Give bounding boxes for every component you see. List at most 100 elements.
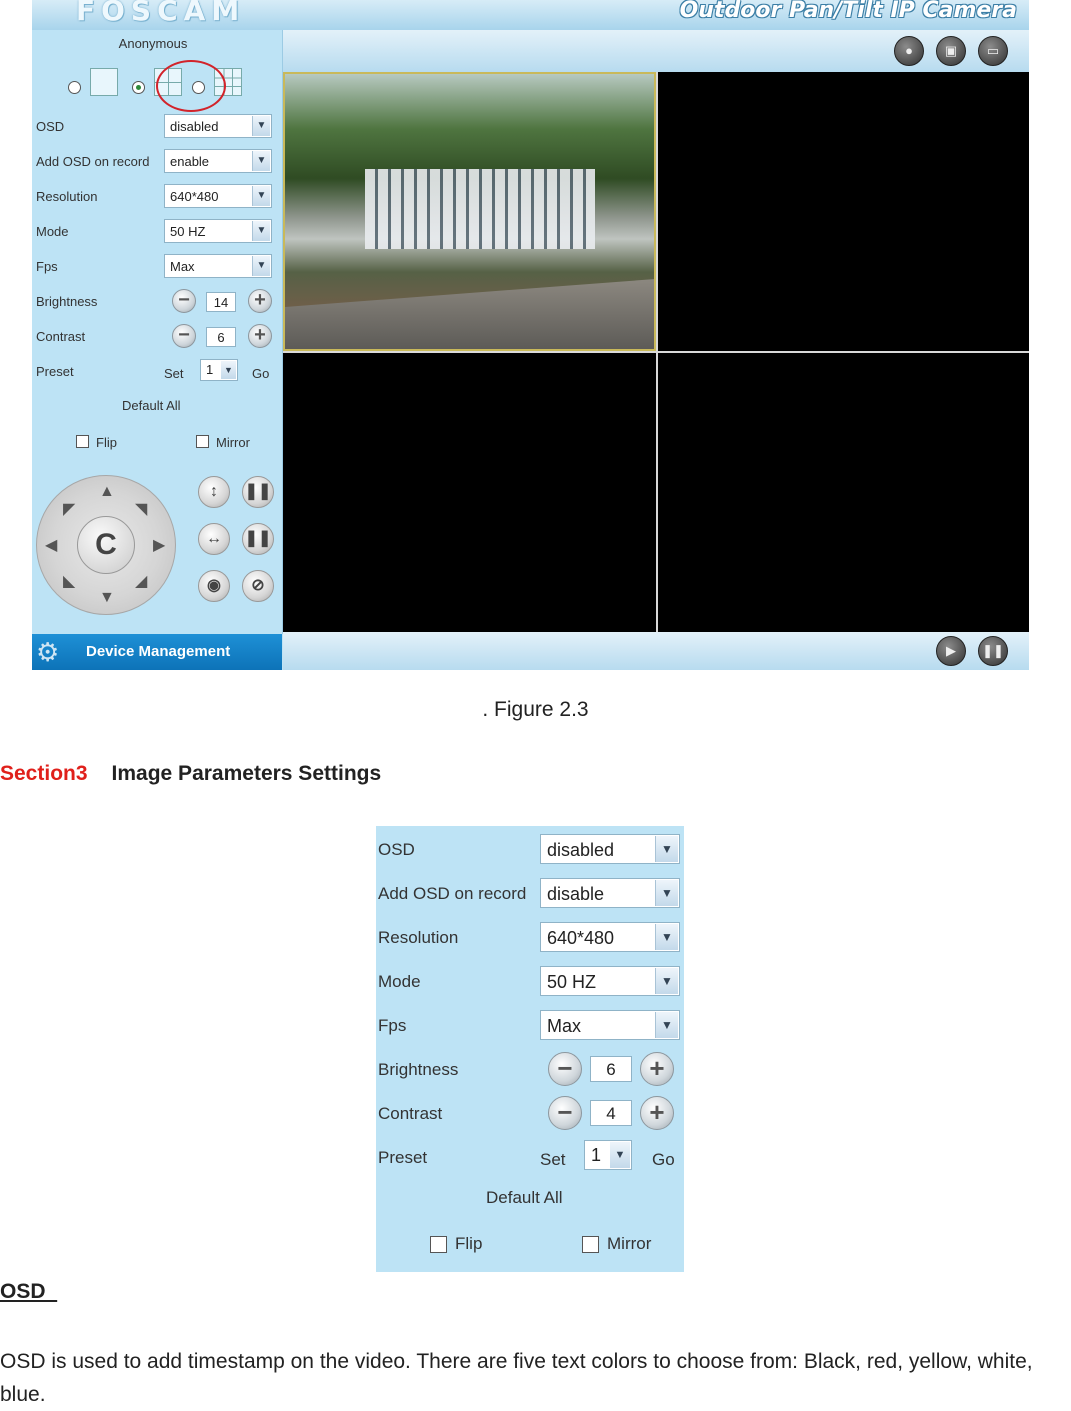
ptz-up-left-icon[interactable]: ◤ [63, 502, 75, 518]
layout-4-radio[interactable] [132, 81, 145, 94]
ptz-up-right-icon[interactable]: ◥ [135, 502, 147, 518]
chevron-down-icon: ▼ [655, 880, 678, 906]
ir-off-icon[interactable]: ⊘ [242, 570, 274, 602]
mirror-checkbox[interactable] [196, 435, 209, 448]
layout-1-radio[interactable] [68, 81, 81, 94]
contrast-plus-icon[interactable]: + [640, 1096, 674, 1130]
preset-value: 1 [206, 362, 214, 377]
flip-label: Flip [96, 435, 117, 450]
contrast-minus-icon[interactable]: − [172, 324, 196, 348]
resolution-row: Resolution 640*480 ▼ [36, 184, 276, 210]
chevron-down-icon: ▼ [252, 151, 270, 171]
resolution-select[interactable]: 640*480 ▼ [164, 184, 272, 208]
osd-select[interactable]: disabled ▼ [164, 114, 272, 138]
snapshot-icon[interactable]: ▣ [936, 36, 966, 66]
brightness-minus-icon[interactable]: − [548, 1052, 582, 1086]
preset-label: Preset [36, 364, 74, 379]
contrast-minus-icon[interactable]: − [548, 1096, 582, 1130]
ptz-down-left-icon[interactable]: ◣ [63, 574, 75, 590]
chevron-down-icon: ▼ [252, 221, 270, 241]
osd-row: OSD disabled ▼ [36, 114, 276, 140]
settings-sidebar: Anonymous OSD disabled ▼ Add OSD on recor… [32, 30, 283, 634]
flip-checkbox[interactable] [430, 1236, 447, 1253]
osd-record-value: enable [170, 154, 210, 169]
osd-record-value: disable [547, 884, 605, 904]
default-all-button[interactable]: Default All [486, 1188, 563, 1208]
chevron-down-icon: ▼ [655, 968, 678, 994]
mode-label: Mode [36, 224, 69, 239]
mode-row: Mode 50 HZ ▼ [378, 964, 682, 996]
mode-select[interactable]: 50 HZ ▼ [540, 966, 680, 996]
brightness-plus-icon[interactable]: + [248, 289, 272, 313]
osd-record-row: Add OSD on record disable ▼ [378, 876, 682, 908]
pause-icon[interactable]: ❚❚ [978, 636, 1008, 666]
osd-record-select[interactable]: enable ▼ [164, 149, 272, 173]
fps-select[interactable]: Max ▼ [540, 1010, 680, 1040]
preset-go-button[interactable]: Go [652, 1150, 675, 1170]
ir-on-icon[interactable]: ◉ [198, 570, 230, 602]
mode-select[interactable]: 50 HZ ▼ [164, 219, 272, 243]
video-toolbar: ● ▣ ▭ [283, 30, 1029, 72]
fps-select[interactable]: Max ▼ [164, 254, 272, 278]
fullscreen-icon[interactable]: ▭ [978, 36, 1008, 66]
contrast-label: Contrast [36, 329, 86, 344]
osd-row: OSD disabled ▼ [378, 832, 682, 864]
play-icon[interactable]: ▶ [936, 636, 966, 666]
ptz-down-icon[interactable]: ▼ [99, 590, 115, 606]
brightness-plus-icon[interactable]: + [640, 1052, 674, 1086]
resolution-select[interactable]: 640*480 ▼ [540, 922, 680, 952]
flip-checkbox[interactable] [76, 435, 89, 448]
mode-value: 50 HZ [547, 972, 597, 992]
preset-go-button[interactable]: Go [252, 366, 269, 381]
mode-row: Mode 50 HZ ▼ [36, 219, 276, 245]
ptz-center-button[interactable]: C [77, 516, 135, 574]
brightness-value[interactable]: 14 [206, 292, 236, 312]
section-number: Section3 [0, 762, 88, 785]
resolution-row: Resolution 640*480 ▼ [378, 920, 682, 952]
brightness-minus-icon[interactable]: − [172, 289, 196, 313]
osd-description: OSD is used to add timestamp on the vide… [0, 1350, 1033, 1406]
preset-label: Preset [378, 1148, 428, 1167]
chevron-down-icon: ▼ [221, 361, 236, 379]
preset-set-button[interactable]: Set [540, 1150, 566, 1170]
contrast-value[interactable]: 4 [590, 1100, 632, 1126]
preset-set-button[interactable]: Set [164, 366, 184, 381]
osd-select[interactable]: disabled ▼ [540, 834, 680, 864]
contrast-row: Contrast − 4 + [378, 1096, 682, 1130]
video-channel-1[interactable] [283, 72, 656, 351]
record-icon[interactable]: ● [894, 36, 924, 66]
device-management-label: Device Management [86, 643, 231, 660]
mirror-checkbox[interactable] [582, 1236, 599, 1253]
building-image [365, 169, 595, 249]
ptz-down-right-icon[interactable]: ◢ [135, 574, 147, 590]
flip-label: Flip [455, 1234, 483, 1253]
mode-value: 50 HZ [170, 224, 206, 239]
video-channel-4[interactable] [658, 353, 1029, 632]
mirror-label: Mirror [216, 435, 250, 450]
stop-horizontal-icon[interactable]: ❚❚ [242, 523, 274, 555]
contrast-plus-icon[interactable]: + [248, 324, 272, 348]
preset-select[interactable]: 1 ▼ [200, 359, 238, 381]
contrast-row: Contrast − 6 + [36, 324, 276, 350]
default-all-button[interactable]: Default All [122, 398, 181, 413]
horizontal-patrol-icon[interactable]: ↔ [198, 523, 230, 555]
brightness-label: Brightness [378, 1060, 459, 1079]
preset-select[interactable]: 1 ▼ [584, 1140, 632, 1170]
gear-icon: ⚙ [36, 637, 60, 667]
ptz-left-icon[interactable]: ◀ [45, 538, 57, 554]
chevron-down-icon: ▼ [655, 1012, 678, 1038]
osd-record-select[interactable]: disable ▼ [540, 878, 680, 908]
osd-record-label: Add OSD on record [36, 154, 150, 169]
contrast-label: Contrast [378, 1104, 443, 1123]
vertical-patrol-icon[interactable]: ↕ [198, 476, 230, 508]
video-channel-2[interactable] [658, 72, 1029, 351]
brightness-label: Brightness [36, 294, 98, 309]
ptz-right-icon[interactable]: ▶ [153, 538, 165, 554]
brightness-value[interactable]: 6 [590, 1056, 632, 1082]
ptz-up-icon[interactable]: ▲ [99, 484, 115, 500]
video-channel-3[interactable] [283, 353, 656, 632]
highlight-circle [156, 60, 226, 112]
stop-vertical-icon[interactable]: ❚❚ [242, 476, 274, 508]
contrast-value[interactable]: 6 [206, 327, 236, 347]
device-management-button[interactable]: ⚙ Device Management [32, 634, 282, 670]
